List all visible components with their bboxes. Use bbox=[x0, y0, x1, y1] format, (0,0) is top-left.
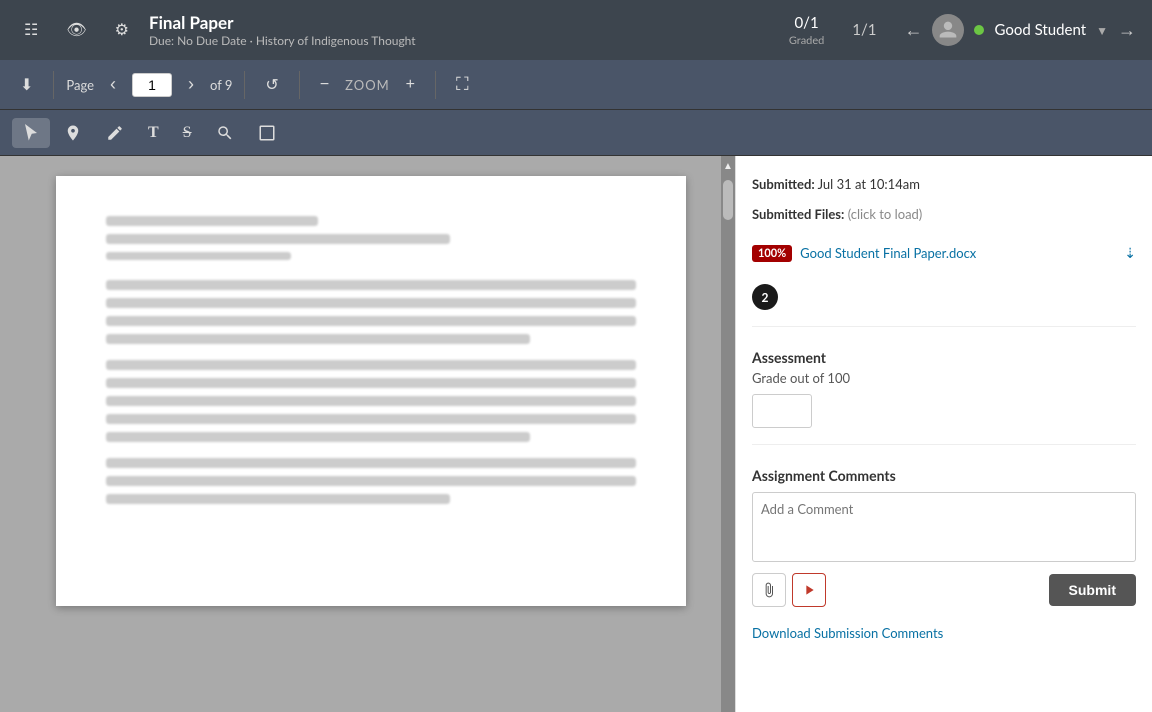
nav-next-button[interactable]: → bbox=[1118, 20, 1136, 41]
doc-para-1 bbox=[106, 280, 636, 344]
file-number-badge: 2 bbox=[752, 284, 778, 310]
assessment-section: Assessment Grade out of 100 bbox=[752, 349, 1136, 428]
assignment-title-section: Final Paper Due: No Due Date · History o… bbox=[149, 12, 416, 48]
document-toolbar: ⬇ Page ‹ › of 9 ↺ − ZOOM + ⛶ bbox=[0, 60, 1152, 110]
annotation-toolbar: T S bbox=[0, 110, 1152, 156]
submitted-files-label: Submitted Files: bbox=[752, 206, 844, 222]
submitted-label: Submitted: bbox=[752, 176, 815, 192]
doc-line-12 bbox=[106, 432, 530, 442]
top-navigation: ☷ 👁 ⚙ Final Paper Due: No Due Date · His… bbox=[0, 0, 1152, 60]
document-panel: ▲ bbox=[0, 156, 735, 712]
main-layout: ▲ Submitted: Jul 31 at 10:14am Submitted… bbox=[0, 156, 1152, 712]
comment-actions: Submit bbox=[752, 573, 1136, 607]
submit-button[interactable]: Submit bbox=[1049, 574, 1136, 606]
nav-settings-icon[interactable]: ⚙ bbox=[107, 15, 137, 45]
comment-textarea[interactable] bbox=[752, 492, 1136, 562]
doc-line-5 bbox=[106, 298, 636, 308]
student-name: Good Student bbox=[994, 21, 1086, 39]
grade-input[interactable] bbox=[752, 394, 812, 428]
file-item: 100% Good Student Final Paper.docx ⇣ bbox=[752, 244, 1136, 262]
doc-line-10 bbox=[106, 396, 636, 406]
pin-tool-button[interactable] bbox=[54, 118, 92, 148]
attach-icon-button[interactable] bbox=[752, 573, 786, 607]
doc-line-8 bbox=[106, 360, 636, 370]
text-tool-button[interactable]: T bbox=[138, 118, 169, 148]
online-status-dot bbox=[974, 25, 984, 35]
toolbar-sep-1 bbox=[53, 71, 54, 99]
video-icon-button[interactable] bbox=[792, 573, 826, 607]
doc-line-4 bbox=[106, 280, 636, 290]
nav-eye-icon[interactable]: 👁 bbox=[58, 15, 94, 45]
nav-prev-button[interactable]: ← bbox=[904, 20, 922, 41]
download-comments-link[interactable]: Download Submission Comments bbox=[752, 625, 1136, 641]
document-content[interactable] bbox=[0, 156, 735, 712]
prev-page-button[interactable]: ‹ bbox=[102, 69, 124, 100]
doc-line-14 bbox=[106, 476, 636, 486]
zoom-plus-button[interactable]: + bbox=[398, 71, 423, 99]
student-dropdown-arrow[interactable]: ▼ bbox=[1096, 23, 1108, 38]
assessment-title: Assessment bbox=[752, 349, 1136, 366]
comment-icon-group bbox=[752, 573, 826, 607]
nav-grade-section: 0/1 Graded bbox=[789, 14, 824, 47]
scroll-thumb[interactable] bbox=[723, 180, 733, 220]
doc-line-15 bbox=[106, 494, 451, 504]
assignment-subtitle: Due: No Due Date · History of Indigenous… bbox=[149, 33, 416, 48]
grade-out-of-label: Grade out of 100 bbox=[752, 370, 1136, 386]
doc-line-11 bbox=[106, 414, 636, 424]
download-button[interactable]: ⬇ bbox=[12, 70, 41, 100]
page-number-input[interactable] bbox=[132, 73, 172, 97]
similarity-badge: 100% bbox=[752, 245, 792, 262]
doc-line-9 bbox=[106, 378, 636, 388]
file-link[interactable]: Good Student Final Paper.docx bbox=[800, 245, 976, 261]
pen-tool-button[interactable] bbox=[96, 118, 134, 148]
comments-section: Assignment Comments Submit bbox=[752, 467, 1136, 607]
doc-line-1 bbox=[106, 216, 318, 226]
strikethrough-tool-button[interactable]: S bbox=[173, 118, 202, 148]
next-page-button[interactable]: › bbox=[180, 69, 202, 100]
assignment-title: Final Paper bbox=[149, 12, 416, 33]
submitted-files-hint: (click to load) bbox=[848, 206, 923, 222]
pagination-label: 1/1 bbox=[852, 21, 876, 39]
divider-2 bbox=[752, 444, 1136, 445]
toolbar-sep-3 bbox=[299, 71, 300, 99]
file-download-icon[interactable]: ⇣ bbox=[1124, 244, 1136, 262]
divider-1 bbox=[752, 326, 1136, 327]
grade-value: 0/1 bbox=[794, 14, 818, 32]
doc-line-2 bbox=[106, 234, 451, 244]
nav-right-section: ← Good Student ▼ → bbox=[904, 14, 1136, 46]
toolbar-sep-4 bbox=[435, 71, 436, 99]
nav-document-icon[interactable]: ☷ bbox=[16, 15, 46, 45]
toolbar-sep-2 bbox=[244, 71, 245, 99]
doc-para-3 bbox=[106, 458, 636, 504]
student-avatar bbox=[932, 14, 964, 46]
zoom-minus-button[interactable]: − bbox=[312, 71, 337, 99]
highlight-tool-button[interactable] bbox=[206, 118, 244, 148]
zoom-label: ZOOM bbox=[345, 77, 390, 93]
doc-line-13 bbox=[106, 458, 636, 468]
doc-line-6 bbox=[106, 316, 636, 326]
crop-tool-button[interactable] bbox=[248, 118, 286, 148]
doc-para-2 bbox=[106, 360, 636, 442]
doc-line-3 bbox=[106, 252, 292, 260]
page-label: Page bbox=[66, 77, 94, 93]
submitted-files-section: Submitted Files: (click to load) bbox=[752, 206, 1136, 222]
of-page-label: of 9 bbox=[210, 77, 232, 93]
expand-button[interactable]: ⛶ bbox=[448, 69, 477, 100]
right-panel: Submitted: Jul 31 at 10:14am Submitted F… bbox=[735, 156, 1152, 712]
nav-left-section: ☷ 👁 ⚙ Final Paper Due: No Due Date · His… bbox=[16, 12, 777, 48]
document-page bbox=[56, 176, 686, 606]
scroll-up-arrow[interactable]: ▲ bbox=[719, 156, 735, 176]
submitted-time: Jul 31 at 10:14am bbox=[818, 176, 920, 192]
reset-button[interactable]: ↺ bbox=[257, 70, 286, 100]
graded-label: Graded bbox=[789, 34, 824, 47]
select-tool-button[interactable] bbox=[12, 118, 50, 148]
file-number-badge-row: 2 bbox=[752, 284, 1136, 310]
doc-line-7 bbox=[106, 334, 530, 344]
doc-scrollbar[interactable]: ▲ bbox=[721, 156, 735, 712]
submitted-info: Submitted: Jul 31 at 10:14am bbox=[752, 176, 1136, 192]
comments-title: Assignment Comments bbox=[752, 467, 1136, 484]
